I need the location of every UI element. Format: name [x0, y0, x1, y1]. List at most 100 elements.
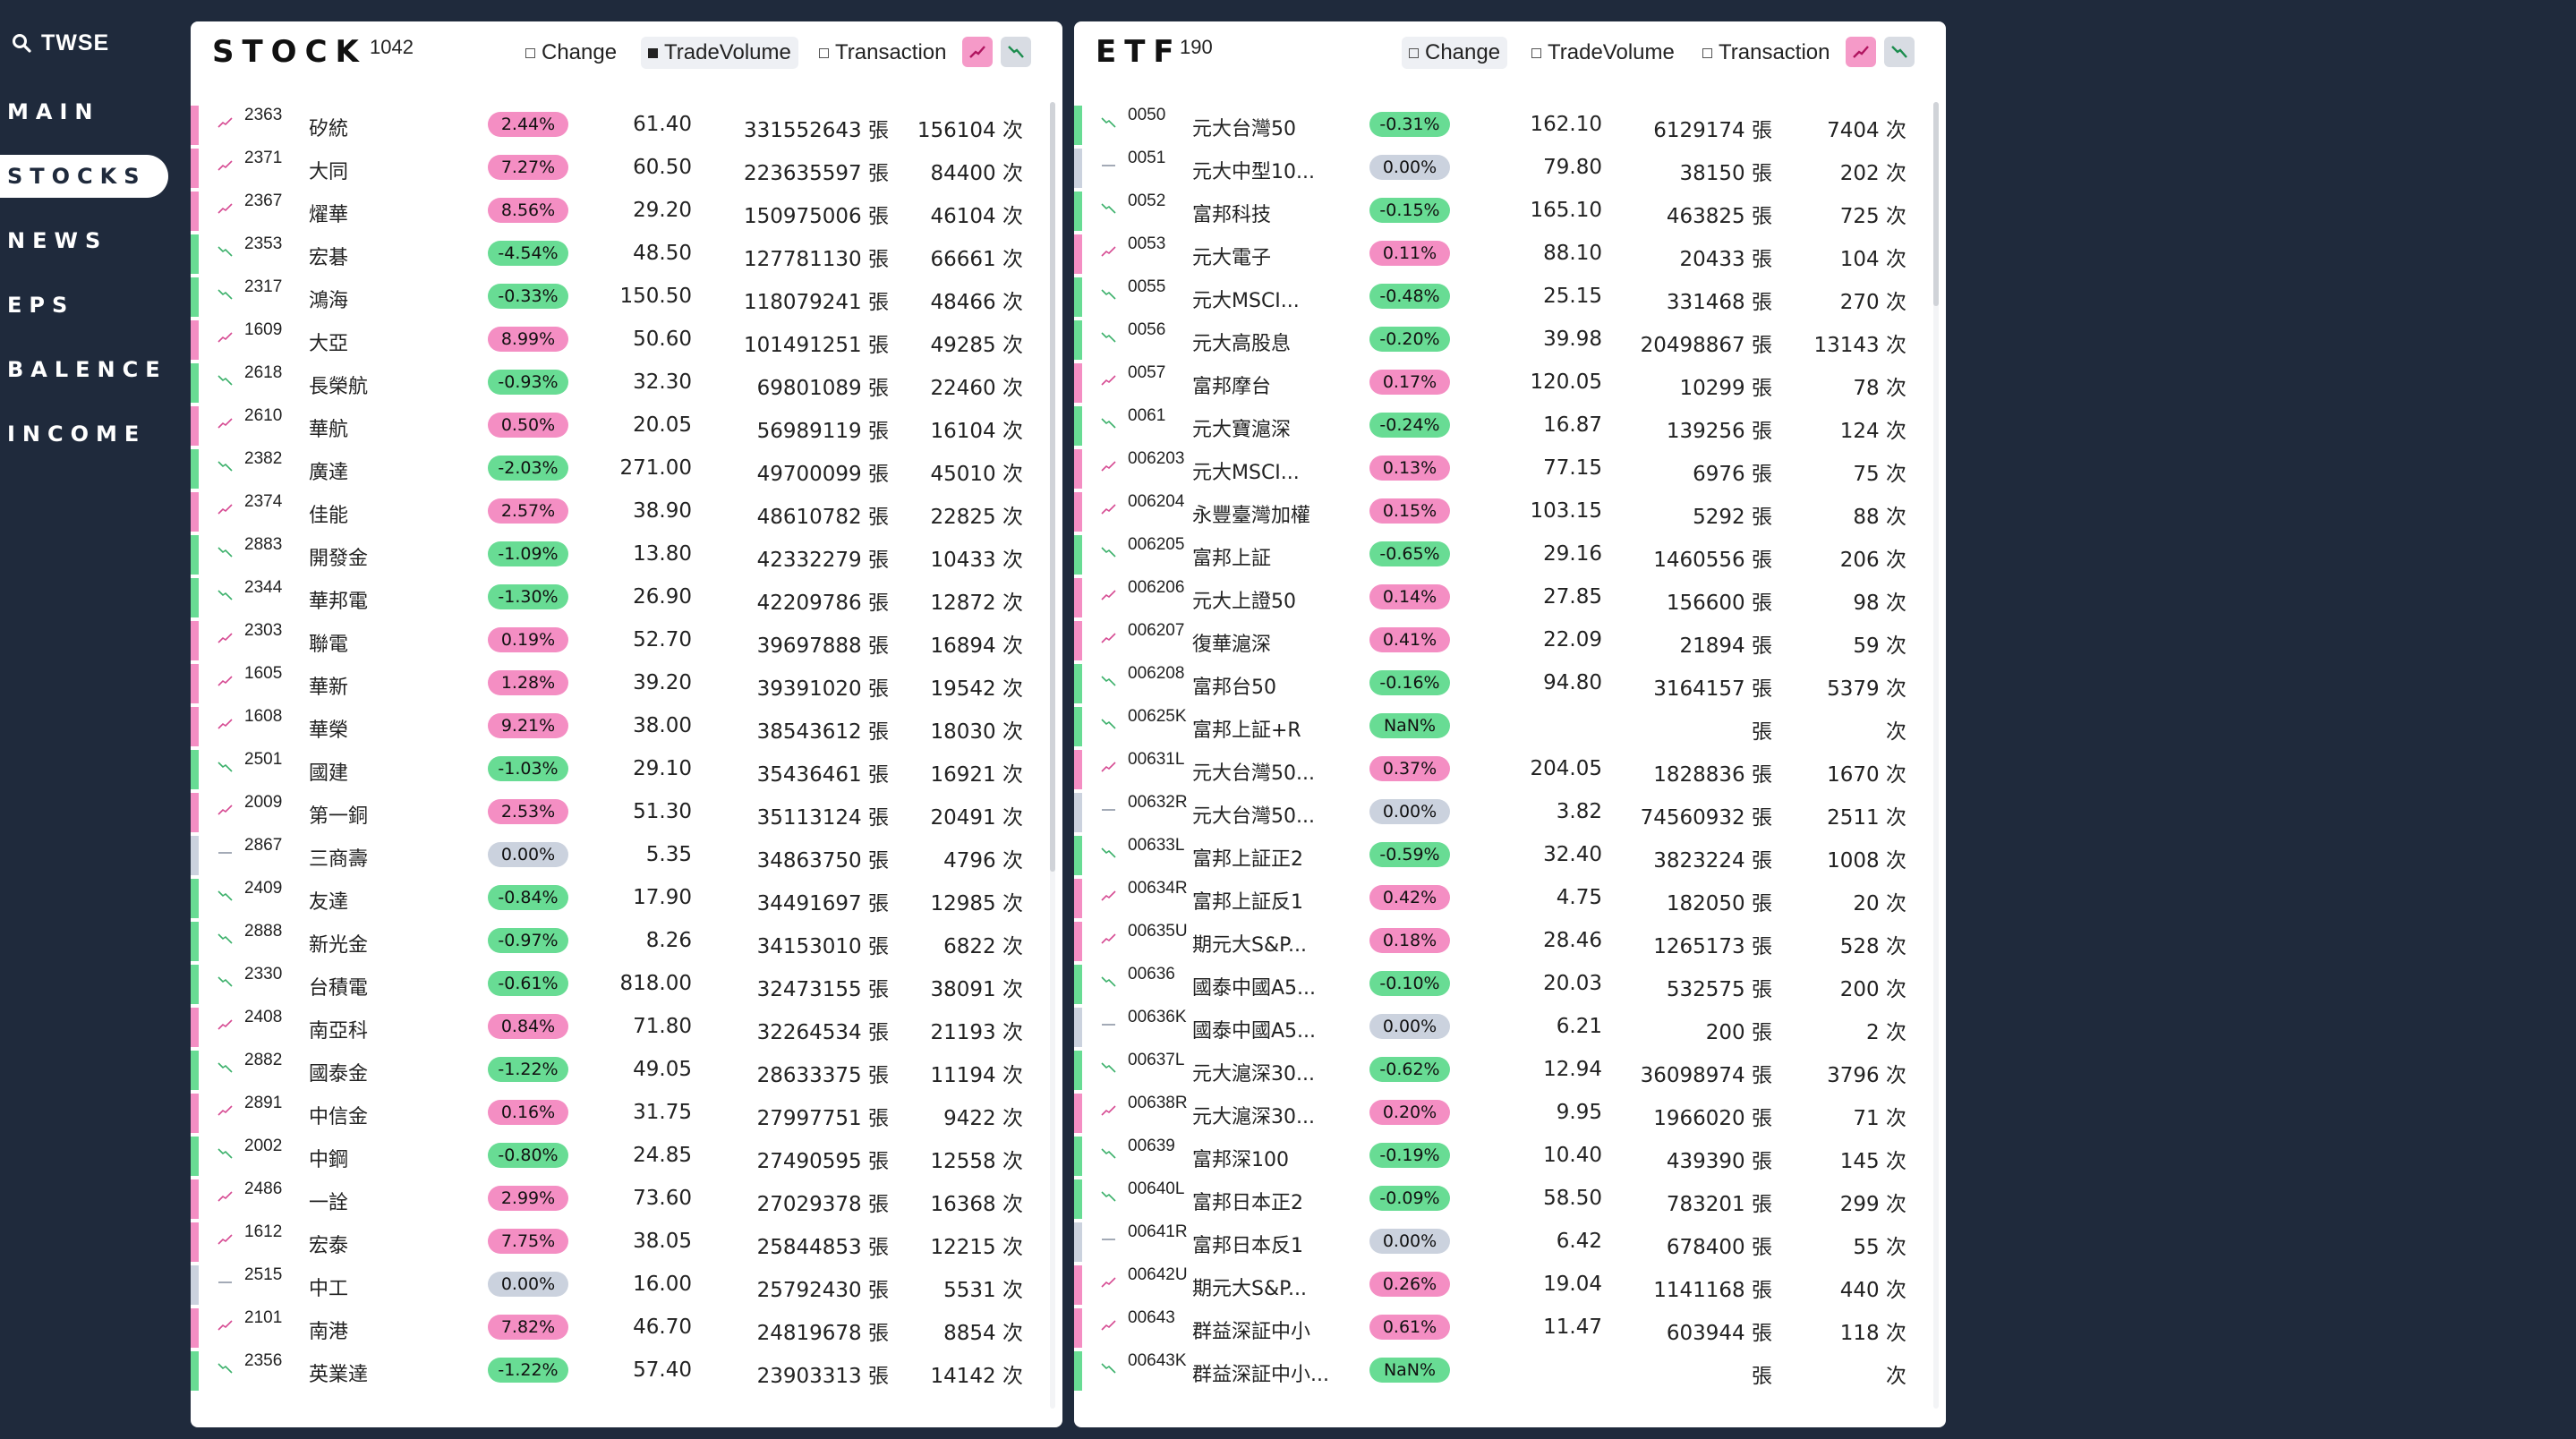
change-badge: 0.37%	[1369, 756, 1450, 781]
checkbox-icon	[819, 47, 829, 58]
sort-volume-button[interactable]: TradeVolume	[641, 37, 798, 69]
table-row[interactable]: 2409 友達 -0.84% 17.90 34491697 張 12985 次	[191, 877, 1062, 918]
table-row[interactable]: 006205 富邦上証 -0.65% 29.16 1460556 張 206 次	[1074, 533, 1946, 575]
table-row[interactable]: 2101 南港 7.82% 46.70 24819678 張 8854 次	[191, 1307, 1062, 1348]
table-row[interactable]: 00635U 期元大S&P... 0.18% 28.46 1265173 張 528 次	[1074, 920, 1946, 961]
scrollbar-thumb[interactable]	[1050, 102, 1055, 872]
nav-item-stocks[interactable]: STOCKS	[0, 155, 168, 198]
table-row[interactable]: 0053 元大電子 0.11% 88.10 20433 張 104 次	[1074, 233, 1946, 274]
table-row[interactable]: 0056 元大高股息 -0.20% 39.98 20498867 張 13143 次	[1074, 319, 1946, 360]
table-row[interactable]: 2353 宏碁 -4.54% 48.50 127781130 張 66661 次	[191, 233, 1062, 274]
table-row[interactable]: 2515 中工 0.00% 16.00 25792430 張 5531 次	[191, 1264, 1062, 1305]
nav-item-main[interactable]: MAIN	[0, 90, 168, 133]
trend-up-icon	[1101, 1105, 1116, 1116]
table-row[interactable]: 2486 一詮 2.99% 73.60 27029378 張 16368 次	[191, 1178, 1062, 1219]
trend-flat-icon	[218, 1281, 232, 1283]
table-row[interactable]: 0051 元大中型10... 0.00% 79.80 38150 張 202 次	[1074, 147, 1946, 188]
ticker-name: 友達	[309, 891, 349, 914]
search-icon	[13, 34, 31, 53]
sort-volume-button[interactable]: TradeVolume	[1524, 37, 1682, 69]
table-row[interactable]: 1605 華新 1.28% 39.20 39391020 張 19542 次	[191, 662, 1062, 703]
table-row[interactable]: 00633L 富邦上証正2 -0.59% 32.40 3823224 張 1008 次	[1074, 834, 1946, 875]
app-title: TWSE	[41, 30, 110, 55]
table-row[interactable]: 00634R 富邦上証反1 0.42% 4.75 182050 張 20 次	[1074, 877, 1946, 918]
ticker-code: 00641R	[1128, 1222, 1188, 1241]
table-row[interactable]: 00625K 富邦上証+R NaN% 張次	[1074, 705, 1946, 746]
table-row[interactable]: 006204 永豐臺灣加權 0.15% 103.15 5292 張 88 次	[1074, 490, 1946, 532]
ticker-code: 00639	[1128, 1137, 1175, 1155]
table-row[interactable]: 00640L 富邦日本正2 -0.09% 58.50 783201 張 299 次	[1074, 1178, 1946, 1219]
table-row[interactable]: 00631L 元大台灣50... 0.37% 204.05 1828836 張 1670 …	[1074, 748, 1946, 789]
table-row[interactable]: 00632R 元大台灣50... 0.00% 3.82 74560932 張 2511 次	[1074, 791, 1946, 832]
table-row[interactable]: 2408 南亞科 0.84% 71.80 32264534 張 21193 次	[191, 1006, 1062, 1047]
table-row[interactable]: 2882 國泰金 -1.22% 49.05 28633375 張 11194 次	[191, 1049, 1062, 1090]
table-row[interactable]: 2356 英業達 -1.22% 57.40 23903313 張 14142 次	[191, 1350, 1062, 1391]
table-row[interactable]: 0057 富邦摩台 0.17% 120.05 10299 張 78 次	[1074, 362, 1946, 403]
nav-item-eps[interactable]: EPS	[0, 284, 168, 327]
table-row[interactable]: 2344 華邦電 -1.30% 26.90 42209786 張 12872 次	[191, 576, 1062, 617]
table-row[interactable]: 00641R 富邦日本反1 0.00% 6.42 678400 張 55 次	[1074, 1221, 1946, 1262]
table-row[interactable]: 2303 聯電 0.19% 52.70 39697888 張 16894 次	[191, 619, 1062, 660]
table-row[interactable]: 2618 長榮航 -0.93% 32.30 69801089 張 22460 次	[191, 362, 1062, 403]
table-row[interactable]: 00642U 期元大S&P... 0.26% 19.04 1141168 張 440 次	[1074, 1264, 1946, 1305]
table-row[interactable]: 2382 廣達 -2.03% 271.00 49700099 張 45010 次	[191, 447, 1062, 489]
table-row[interactable]: 006206 元大上證50 0.14% 27.85 156600 張 98 次	[1074, 576, 1946, 617]
nav-item-income[interactable]: INCOME	[0, 413, 168, 456]
table-row[interactable]: 2317 鴻海 -0.33% 150.50 118079241 張 48466 次	[191, 276, 1062, 317]
table-row[interactable]: 2371 大同 7.27% 60.50 223635597 張 84400 次	[191, 147, 1062, 188]
table-row[interactable]: 00637L 元大滬深30... -0.62% 12.94 36098974 張 3796…	[1074, 1049, 1946, 1090]
scrollbar-thumb[interactable]	[1933, 102, 1939, 306]
trend-bar	[1074, 879, 1082, 918]
sort-transaction-button[interactable]: Transaction	[1695, 37, 1838, 69]
table-row[interactable]: 00636K 國泰中國A5... 0.00% 6.21 200 張2 次	[1074, 1006, 1946, 1047]
table-row[interactable]: 006207 復華滬深 0.41% 22.09 21894 張 59 次	[1074, 619, 1946, 660]
table-row[interactable]: 0050 元大台灣50 -0.31% 162.10 6129174 張 7404 次	[1074, 104, 1946, 145]
table-row[interactable]: 1608 華榮 9.21% 38.00 38543612 張 18030 次	[191, 705, 1062, 746]
trend-up-icon	[1101, 762, 1116, 772]
brand[interactable]: TWSE	[11, 27, 109, 59]
table-row[interactable]: 2002 中鋼 -0.80% 24.85 27490595 張 12558 次	[191, 1135, 1062, 1176]
trend-up-icon	[1101, 1320, 1116, 1331]
table-row[interactable]: 1609 大亞 8.99% 50.60 101491251 張 49285 次	[191, 319, 1062, 360]
change-badge: -2.03%	[488, 456, 568, 481]
trend-down-icon	[1101, 847, 1116, 858]
nav-item-balence[interactable]: BALENCE	[0, 348, 168, 391]
table-row[interactable]: 2610 華航 0.50% 20.05 56989119 張 16104 次	[191, 404, 1062, 446]
sort-transaction-button[interactable]: Transaction	[812, 37, 954, 69]
trend-up-icon	[218, 633, 233, 643]
table-row[interactable]: 0052 富邦科技 -0.15% 165.10 463825 張 725 次	[1074, 190, 1946, 231]
sort-change-button[interactable]: Change	[1402, 37, 1508, 69]
table-row[interactable]: 00636 國泰中國A5... -0.10% 20.03 532575 張 200 次	[1074, 963, 1946, 1004]
checkbox-icon	[1409, 47, 1419, 58]
sort-ascending-button[interactable]	[962, 37, 993, 67]
table-row[interactable]: 00638R 元大滬深30... 0.20% 9.95 1966020 張 71 次	[1074, 1092, 1946, 1133]
trend-bar	[1074, 750, 1082, 789]
table-row[interactable]: 00639 富邦深100 -0.19% 10.40 439390 張 145 次	[1074, 1135, 1946, 1176]
trend-down-icon	[218, 1148, 233, 1159]
nav-item-news[interactable]: NEWS	[0, 219, 168, 262]
table-row[interactable]: 2009 第一銅 2.53% 51.30 35113124 張 20491 次	[191, 791, 1062, 832]
trend-down-icon	[1101, 289, 1116, 300]
table-row[interactable]: 006208 富邦台50 -0.16% 94.80 3164157 張 5379 次	[1074, 662, 1946, 703]
table-row[interactable]: 0061 元大寶滬深 -0.24% 16.87 139256 張 124 次	[1074, 404, 1946, 446]
table-row[interactable]: 2367 燿華 8.56% 29.20 150975006 張 46104 次	[191, 190, 1062, 231]
table-row[interactable]: 2891 中信金 0.16% 31.75 27997751 張 9422 次	[191, 1092, 1062, 1133]
table-row[interactable]: 2330 台積電 -0.61% 818.00 32473155 張 38091 次	[191, 963, 1062, 1004]
table-row[interactable]: 00643 群益深証中小 0.61% 11.47 603944 張 118 次	[1074, 1307, 1946, 1348]
table-row[interactable]: 2883 開發金 -1.09% 13.80 42332279 張 10433 次	[191, 533, 1062, 575]
table-row[interactable]: 2501 國建 -1.03% 29.10 35436461 張 16921 次	[191, 748, 1062, 789]
sort-descending-button[interactable]	[1884, 37, 1915, 67]
table-row[interactable]: 0055 元大MSCI... -0.48% 25.15 331468 張 270 次	[1074, 276, 1946, 317]
sort-descending-button[interactable]	[1001, 37, 1031, 67]
table-row[interactable]: 2374 佳能 2.57% 38.90 48610782 張 22825 次	[191, 490, 1062, 532]
table-row[interactable]: 2888 新光金 -0.97% 8.26 34153010 張 6822 次	[191, 920, 1062, 961]
sort-ascending-button[interactable]	[1846, 37, 1876, 67]
table-row[interactable]: 2363 矽統 2.44% 61.40 331552643 張 156104 次	[191, 104, 1062, 145]
table-row[interactable]: 006203 元大MSCI... 0.13% 77.15 6976 張 75 次	[1074, 447, 1946, 489]
trend-bar	[1074, 965, 1082, 1004]
table-row[interactable]: 1612 宏泰 7.75% 38.05 25844853 張 12215 次	[191, 1221, 1062, 1262]
sort-change-button[interactable]: Change	[518, 37, 624, 69]
table-row[interactable]: 00643K 群益深証中小... NaN% 張次	[1074, 1350, 1946, 1391]
trend-bar	[1074, 106, 1082, 145]
table-row[interactable]: 2867 三商壽 0.00% 5.35 34863750 張 4796 次	[191, 834, 1062, 875]
